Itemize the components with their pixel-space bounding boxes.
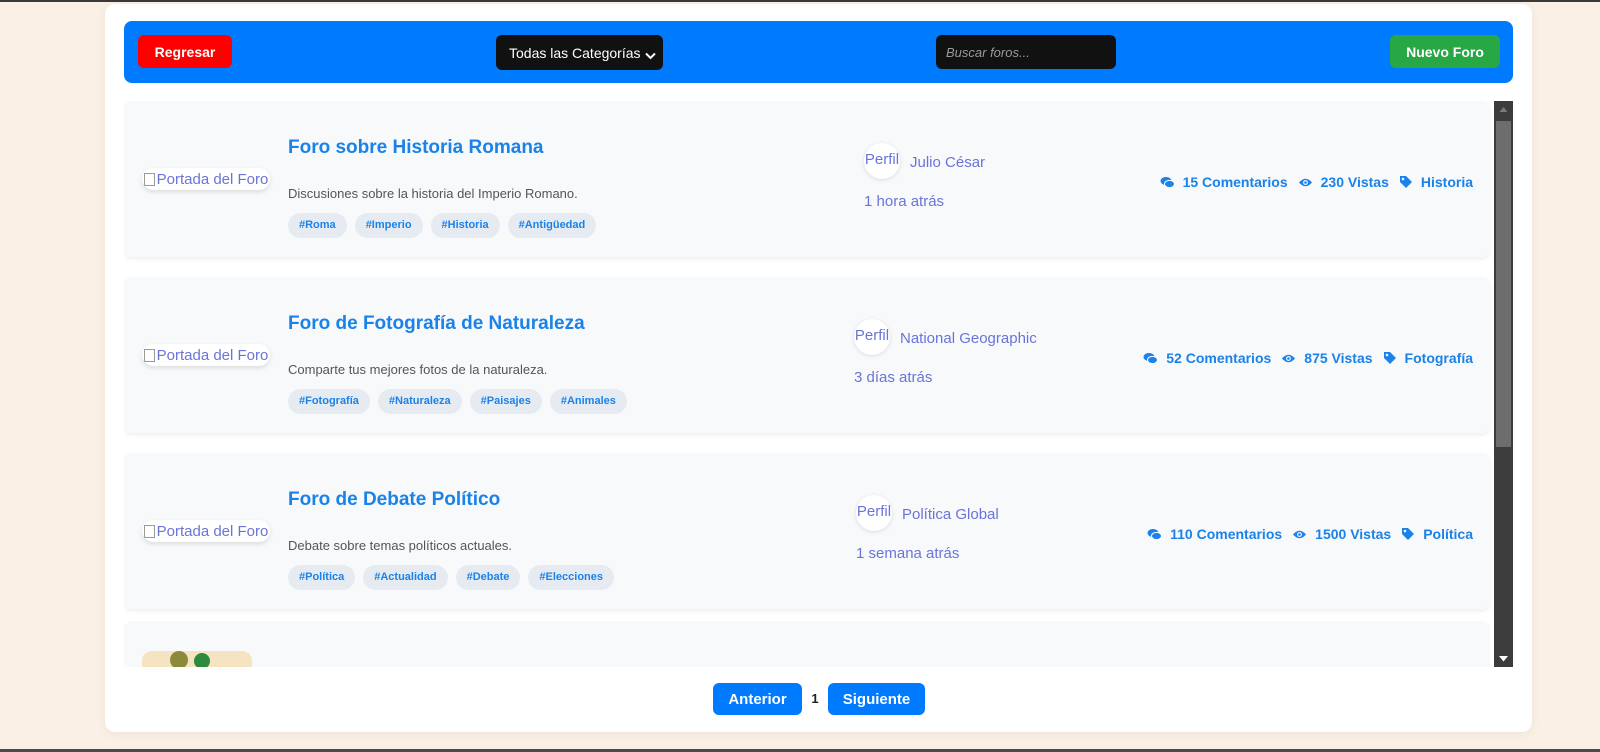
tag-chip[interactable]: #Política [288,565,356,590]
pagination: Anterior 1 Siguiente [105,683,1532,715]
category-select[interactable]: Todas las Categorías [496,35,663,70]
comments-icon [1160,176,1175,188]
post-time: 3 días atrás [854,369,933,386]
comments-icon [1147,528,1163,540]
forum-cover-image: Portada del Foro [142,344,270,366]
forum-tags: #Política #Actualidad #Debate #Eleccione… [288,565,614,590]
views-stat: 875 Vistas [1281,350,1373,366]
avatar: Perfil [856,495,892,531]
avatar: Perfil [854,319,890,355]
forum-cover-image: Portada del Foro [142,168,270,190]
search-input[interactable] [936,35,1116,69]
cover-image-detail [194,653,210,667]
forum-tags: #Roma #Imperio #Historia #Antigüedad [288,213,597,238]
scrollbar-thumb[interactable] [1496,121,1511,447]
category-select-value: Todas las Categorías [509,45,641,61]
tag-chip[interactable]: #Debate [455,565,521,590]
category-stat: Fotografía [1383,350,1473,366]
tag-chip[interactable]: #Animales [549,389,627,414]
views-stat: 1500 Vistas [1292,526,1391,542]
list-scrollbar[interactable] [1494,101,1513,667]
views-stat: 230 Vistas [1298,174,1389,190]
forum-list[interactable]: Portada del Foro Foro sobre Historia Rom… [124,101,1513,667]
cover-image-detail [170,651,188,667]
chevron-down-icon [645,47,656,65]
category-label[interactable]: Fotografía [1405,350,1473,366]
tag-chip[interactable]: #Fotografía [288,389,370,414]
forum-item-partial[interactable] [124,621,1490,667]
author-name[interactable]: Política Global [902,506,999,523]
tag-chip[interactable]: #Naturaleza [377,389,462,414]
tag-chip[interactable]: #Actualidad [363,565,448,590]
tag-chip[interactable]: #Roma [288,213,347,238]
forum-stats: 52 Comentarios 875 Vistas Fotografía [1133,350,1473,366]
eye-icon [1298,178,1312,186]
forum-item[interactable]: Portada del Foro Foro de Debate Político… [124,453,1490,609]
new-forum-button[interactable]: Nuevo Foro [1390,35,1500,68]
comments-count: 52 Comentarios [1166,350,1272,366]
forum-title[interactable]: Foro de Debate Político [288,489,500,511]
views-count: 230 Vistas [1320,174,1389,190]
forum-panel: Regresar Todas las Categorías Nuevo Foro… [105,4,1532,732]
comments-count: 110 Comentarios [1170,526,1283,542]
forum-stats: 110 Comentarios 1500 Vistas Política [1137,526,1473,542]
forum-cover-image: Portada del Foro [142,520,270,542]
eye-icon [1293,530,1307,538]
author-name[interactable]: Julio César [910,154,985,171]
window-top-border [0,0,1600,2]
tag-icon [1383,352,1396,364]
forum-description: Discusiones sobre la historia del Imperi… [288,186,578,201]
previous-page-button[interactable]: Anterior [713,683,802,715]
forum-title[interactable]: Foro de Fotografía de Naturaleza [288,313,585,335]
forum-title[interactable]: Foro sobre Historia Romana [288,137,544,159]
forum-item[interactable]: Portada del Foro Foro sobre Historia Rom… [124,101,1490,257]
forum-description: Debate sobre temas políticos actuales. [288,538,513,553]
tag-chip[interactable]: #Historia [430,213,500,238]
toolbar: Regresar Todas las Categorías Nuevo Foro [124,21,1513,83]
comments-stat: 52 Comentarios [1143,350,1271,366]
current-page-number: 1 [811,691,819,706]
comments-icon [1143,352,1159,364]
comments-count: 15 Comentarios [1182,174,1288,190]
scroll-up-arrow[interactable] [1494,101,1513,118]
forum-tags: #Fotografía #Naturaleza #Paisajes #Anima… [288,389,627,414]
comments-stat: 110 Comentarios [1147,526,1282,542]
category-label[interactable]: Historia [1421,174,1473,190]
tag-chip[interactable]: #Paisajes [469,389,542,414]
eye-icon [1282,354,1296,362]
tag-chip[interactable]: #Imperio [354,213,423,238]
post-time: 1 hora atrás [864,193,945,210]
forum-stats: 15 Comentarios 230 Vistas Historia [1150,174,1473,190]
forum-description: Comparte tus mejores fotos de la natural… [288,362,548,377]
post-time: 1 semana atrás [856,545,960,562]
tag-icon [1402,528,1415,540]
tag-chip[interactable]: #Elecciones [528,565,614,590]
author-name[interactable]: National Geographic [900,330,1037,347]
back-button[interactable]: Regresar [138,35,232,68]
category-stat: Historia [1399,174,1473,190]
category-label[interactable]: Política [1423,526,1473,542]
avatar: Perfil [864,143,900,179]
tag-chip[interactable]: #Antigüedad [507,213,597,238]
views-count: 1500 Vistas [1315,526,1392,542]
comments-stat: 15 Comentarios [1160,174,1288,190]
next-page-button[interactable]: Siguiente [828,683,925,715]
tag-icon [1399,176,1412,188]
scroll-down-arrow[interactable] [1494,650,1513,667]
category-stat: Política [1401,526,1473,542]
forum-item[interactable]: Portada del Foro Foro de Fotografía de N… [124,277,1490,433]
views-count: 875 Vistas [1304,350,1373,366]
